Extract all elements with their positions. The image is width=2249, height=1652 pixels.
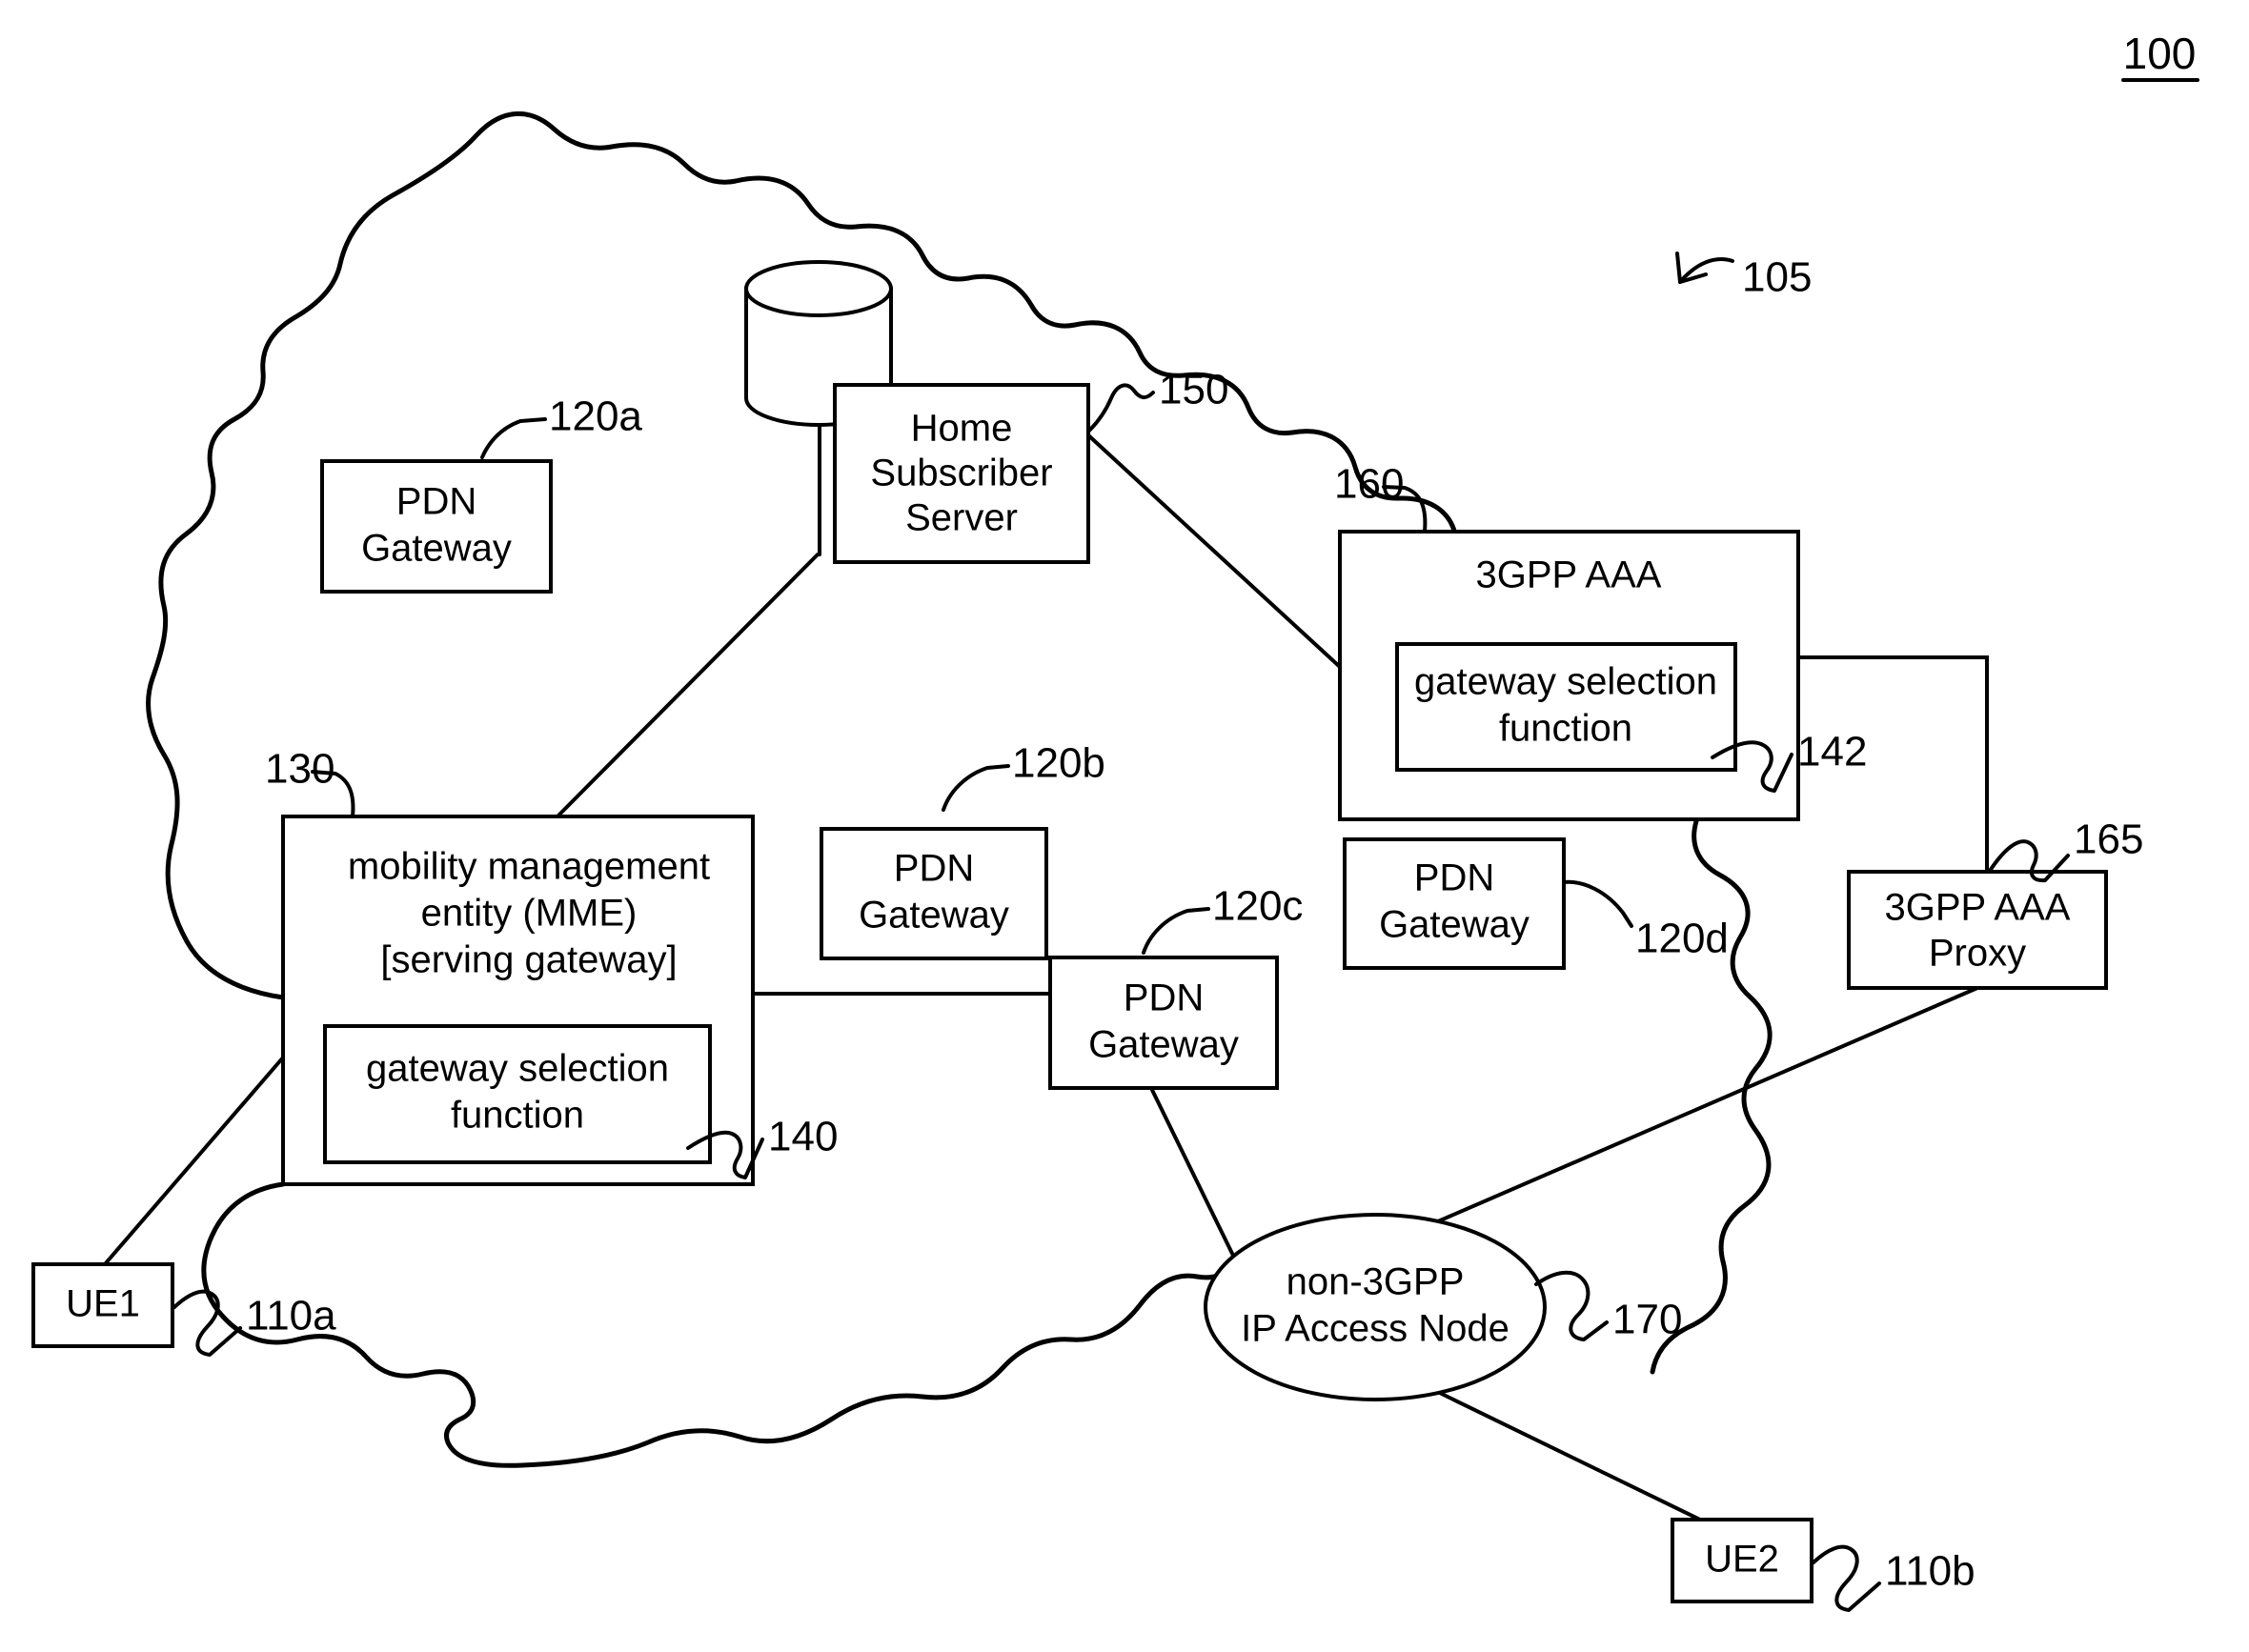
connector-pdn-c-to-non3gpp bbox=[1149, 1086, 1241, 1269]
mme-label-line3: [serving gateway] bbox=[380, 939, 677, 981]
ref-leader-160: 160 bbox=[1334, 461, 1428, 534]
ue1-label: UE1 bbox=[66, 1283, 140, 1325]
ref-leader-130: 130 bbox=[265, 746, 355, 818]
hss-label-line1: Home bbox=[911, 408, 1013, 450]
node-3gpp-aaa-proxy[interactable]: 3GPP AAA Proxy bbox=[1847, 870, 2108, 990]
ref-leader-105: 105 bbox=[1675, 252, 1812, 301]
node-aaa-gateway-selection-function[interactable]: gateway selection function bbox=[1395, 642, 1737, 772]
mme-label-line1: mobility management bbox=[348, 846, 710, 888]
aaa-gsf-label-line1: gateway selection bbox=[1414, 661, 1717, 703]
pdn-d-label-line2: Gateway bbox=[1379, 904, 1530, 946]
aaa-proxy-label-line2: Proxy bbox=[1929, 933, 2026, 975]
figure-number: 100 bbox=[2121, 29, 2199, 82]
node-home-subscriber-server[interactable]: Home Subscriber Server bbox=[833, 383, 1090, 564]
pdn-d-label-line1: PDN bbox=[1414, 857, 1494, 899]
ref-leader-110a: 110a bbox=[172, 1289, 336, 1357]
node-pdn-gateway-a[interactable]: PDN Gateway bbox=[320, 459, 553, 594]
connector-hss-to-mme bbox=[551, 553, 820, 823]
ref-leader-170: 170 bbox=[1534, 1270, 1682, 1343]
node-non-3gpp-ip-access[interactable]: non-3GPP IP Access Node bbox=[1204, 1213, 1547, 1401]
hss-label-line2: Subscriber bbox=[870, 453, 1052, 494]
mme-gsf-label-line2: function bbox=[451, 1095, 584, 1137]
node-3gpp-aaa[interactable]: 3GPP AAA gateway selection function bbox=[1338, 530, 1800, 821]
node-pdn-gateway-d[interactable]: PDN Gateway bbox=[1343, 837, 1566, 970]
non3gpp-label-line2: IP Access Node bbox=[1241, 1308, 1509, 1350]
aaa-label: 3GPP AAA bbox=[1476, 554, 1662, 596]
ref-label-140: 140 bbox=[768, 1114, 838, 1160]
pdn-c-label-line1: PDN bbox=[1124, 977, 1204, 1019]
ref-label-120a: 120a bbox=[549, 393, 642, 440]
connector-hss-to-aaa bbox=[1084, 432, 1342, 669]
aaa-proxy-label-line1: 3GPP AAA bbox=[1885, 887, 2071, 929]
node-ue1[interactable]: UE1 bbox=[31, 1262, 174, 1348]
ref-label-170: 170 bbox=[1612, 1297, 1682, 1343]
ref-leader-110b: 110b bbox=[1812, 1544, 1975, 1612]
ref-leader-120d: 120d bbox=[1562, 879, 1729, 962]
ref-label-120c: 120c bbox=[1212, 883, 1303, 930]
mme-gsf-label-line1: gateway selection bbox=[366, 1048, 669, 1090]
network-architecture-diagram: Home Subscriber Server 150 PDN Gateway 1… bbox=[31, 29, 2199, 1612]
non3gpp-label-line1: non-3GPP bbox=[1287, 1261, 1465, 1303]
node-ue2[interactable]: UE2 bbox=[1671, 1518, 1813, 1603]
pdn-b-label-line2: Gateway bbox=[859, 895, 1009, 937]
ue2-label: UE2 bbox=[1705, 1539, 1779, 1581]
ref-label-160: 160 bbox=[1334, 461, 1404, 508]
aaa-gsf-label-line2: function bbox=[1499, 708, 1632, 750]
ref-label-120b: 120b bbox=[1012, 740, 1105, 787]
node-pdn-gateway-b[interactable]: PDN Gateway bbox=[820, 827, 1048, 960]
hss-label-line3: Server bbox=[905, 497, 1018, 539]
node-mme[interactable]: mobility management entity (MME) [servin… bbox=[281, 815, 755, 1186]
ref-leader-120c: 120c bbox=[1142, 883, 1303, 955]
ref-label-165: 165 bbox=[2074, 816, 2143, 863]
ref-leader-120b: 120b bbox=[942, 740, 1105, 812]
node-pdn-gateway-c[interactable]: PDN Gateway bbox=[1048, 956, 1279, 1090]
ref-label-120d: 120d bbox=[1635, 916, 1729, 962]
ref-label-130: 130 bbox=[265, 746, 334, 793]
pdn-b-label-line1: PDN bbox=[894, 848, 974, 890]
ref-label-105: 105 bbox=[1742, 254, 1812, 301]
patent-figure: Home Subscriber Server 150 PDN Gateway 1… bbox=[0, 0, 2249, 1652]
figure-number-label: 100 bbox=[2123, 29, 2197, 78]
ref-label-150: 150 bbox=[1159, 367, 1228, 413]
ref-label-110b: 110b bbox=[1885, 1548, 1975, 1595]
ref-leader-120a: 120a bbox=[480, 393, 642, 459]
ref-label-110a: 110a bbox=[246, 1293, 336, 1340]
pdn-c-label-line2: Gateway bbox=[1088, 1024, 1239, 1066]
mme-label-line2: entity (MME) bbox=[421, 893, 638, 935]
ref-leader-150: 150 bbox=[1087, 367, 1228, 433]
connector-mme-to-ue1 bbox=[103, 1056, 285, 1266]
pdn-a-label-line2: Gateway bbox=[361, 528, 512, 570]
ref-label-142: 142 bbox=[1797, 729, 1867, 776]
pdn-a-label-line1: PDN bbox=[396, 481, 476, 523]
node-mme-gateway-selection-function[interactable]: gateway selection function bbox=[323, 1024, 712, 1164]
